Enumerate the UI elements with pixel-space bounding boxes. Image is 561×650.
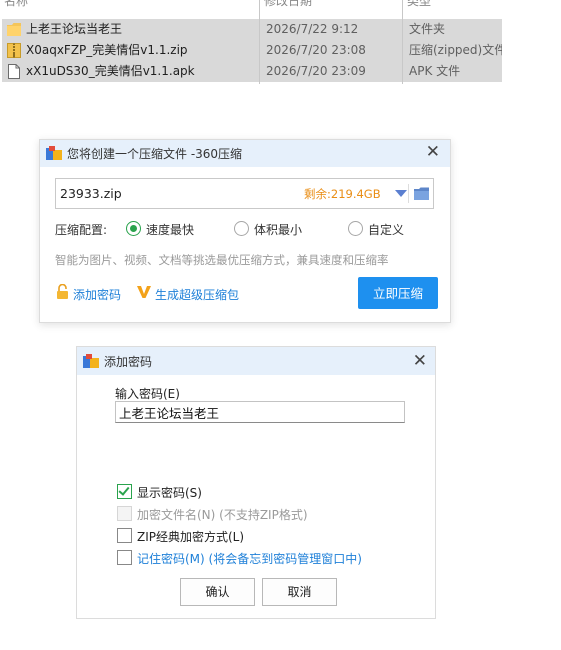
- browse-folder-icon[interactable]: [414, 187, 429, 200]
- column-header-type[interactable]: 类型: [407, 0, 431, 9]
- ok-button[interactable]: 确认: [180, 578, 255, 606]
- file-name: xX1uDS30_完美情侣v1.1.apk: [26, 64, 195, 78]
- file-row-folder[interactable]: 上老王论坛当老王 2026/7/22 9:12 文件夹: [2, 19, 502, 40]
- add-password-link[interactable]: 添加密码: [73, 286, 121, 303]
- password-input[interactable]: [115, 401, 405, 423]
- zip-classic-encryption-label[interactable]: ZIP经典加密方式(L): [137, 528, 244, 545]
- option-fastest-label[interactable]: 速度最快: [146, 221, 194, 238]
- zip-classic-encryption-checkbox[interactable]: [117, 528, 132, 543]
- file-type: 文件夹: [409, 22, 446, 36]
- file-row-zip[interactable]: X0aqxFZP_完美情侣v1.1.zip 2026/7/20 23:08 压缩…: [2, 40, 502, 61]
- divider: [408, 184, 409, 203]
- remember-password-checkbox[interactable]: [117, 550, 132, 565]
- dialog-title: 您将创建一个压缩文件 -360压缩: [67, 147, 243, 161]
- dialog-titlebar[interactable]: 添加密码 ✕: [77, 347, 435, 375]
- file-date: 2026/7/20 23:09: [266, 64, 366, 78]
- file-type: 压缩(zipped)文件: [409, 43, 502, 57]
- file-name: 上老王论坛当老王: [26, 22, 123, 36]
- lock-icon: [57, 284, 68, 299]
- close-icon[interactable]: ✕: [426, 143, 440, 161]
- file-date: 2026/7/20 23:08: [266, 43, 366, 57]
- archive-app-icon: [46, 146, 62, 160]
- remember-password-label[interactable]: 记住密码(M) (将会备忘到密码管理窗口中): [137, 550, 362, 567]
- file-list: 名称 修改日期 类型 上老王论坛当老王 2026/7/22 9:12 文件夹 X…: [0, 0, 503, 84]
- close-icon[interactable]: ✕: [413, 352, 427, 370]
- radio-custom[interactable]: [348, 221, 363, 236]
- cancel-button[interactable]: 取消: [262, 578, 337, 606]
- zip-file-icon: [7, 43, 21, 58]
- show-password-label[interactable]: 显示密码(S): [137, 484, 202, 501]
- encrypt-filenames-checkbox: [117, 506, 132, 521]
- compress-hint: 智能为图片、视频、文档等挑选最优压缩方式，兼具速度和压缩率: [55, 253, 389, 267]
- column-header-date[interactable]: 修改日期: [264, 0, 312, 9]
- compress-config-label: 压缩配置:: [55, 223, 108, 237]
- radio-fastest[interactable]: [126, 221, 141, 236]
- column-separator[interactable]: [402, 0, 403, 84]
- column-header-name[interactable]: 名称: [4, 0, 28, 9]
- file-name: X0aqxFZP_完美情侣v1.1.zip: [26, 43, 188, 57]
- option-smallest-label[interactable]: 体积最小: [254, 221, 302, 238]
- radio-smallest[interactable]: [234, 221, 249, 236]
- option-custom-label[interactable]: 自定义: [368, 221, 404, 238]
- archive-app-icon: [83, 354, 99, 368]
- compress-now-button[interactable]: 立即压缩: [358, 277, 438, 309]
- dialog-titlebar[interactable]: 您将创建一个压缩文件 -360压缩 ✕: [40, 140, 450, 167]
- super-pack-link[interactable]: 生成超级压缩包: [155, 286, 239, 303]
- column-separator[interactable]: [259, 0, 260, 84]
- file-type: APK 文件: [409, 64, 461, 78]
- folder-icon: [7, 23, 21, 36]
- free-space-label: 剩余:219.4GB: [304, 187, 381, 201]
- encrypt-filenames-label: 加密文件名(N) (不支持ZIP格式): [137, 508, 308, 522]
- archive-filename-input[interactable]: [60, 179, 290, 208]
- add-password-dialog: 添加密码 ✕ 输入密码(E) 显示密码(S) 加密文件名(N) (不支持ZIP格…: [76, 346, 436, 619]
- file-date: 2026/7/22 9:12: [266, 22, 359, 36]
- show-password-checkbox[interactable]: [117, 484, 132, 499]
- dialog-title: 添加密码: [104, 355, 153, 369]
- password-input-label: 输入密码(E): [115, 387, 180, 401]
- compress-dialog: 您将创建一个压缩文件 -360压缩 ✕ 剩余:219.4GB 压缩配置: 速度最…: [39, 139, 451, 323]
- output-path-field[interactable]: 剩余:219.4GB: [55, 178, 434, 209]
- super-pack-v-icon: [137, 286, 151, 298]
- chevron-down-icon[interactable]: [395, 190, 407, 197]
- column-headers: 名称 修改日期 类型: [0, 0, 503, 9]
- file-row-apk[interactable]: xX1uDS30_完美情侣v1.1.apk 2026/7/20 23:09 AP…: [2, 61, 502, 82]
- document-icon: [8, 64, 20, 79]
